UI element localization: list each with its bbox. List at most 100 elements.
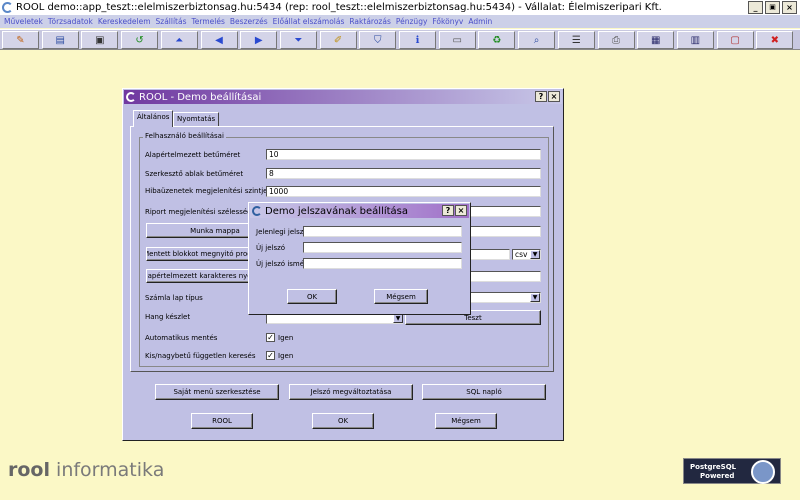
case-search-checkbox[interactable]: ✓ bbox=[266, 351, 275, 360]
rool-small-logo-icon bbox=[252, 206, 262, 216]
notepad-program-input[interactable] bbox=[470, 249, 510, 260]
password-close-button[interactable]: × bbox=[455, 205, 467, 216]
default-charset-input[interactable] bbox=[470, 271, 541, 282]
toolbar-button-table[interactable]: ▥ bbox=[676, 31, 714, 49]
new-password-input[interactable] bbox=[303, 242, 462, 253]
menu-item-8[interactable]: Pénzügy bbox=[396, 17, 428, 26]
toolbar-button-refresh-green[interactable]: ↺ bbox=[121, 31, 159, 49]
default-font-size-input[interactable]: 10 bbox=[266, 149, 541, 160]
postgresql-powered-badge: PostgreSQL Powered bbox=[683, 458, 781, 484]
password-dialog-controls: ? × bbox=[442, 205, 467, 216]
menu-item-5[interactable]: Beszerzés bbox=[230, 17, 268, 26]
menu-item-3[interactable]: Szállítás bbox=[156, 17, 187, 26]
rool-button[interactable]: ROOL bbox=[191, 413, 253, 429]
default-charset-button[interactable]: Alapértelmezett karakteres nyomt bbox=[146, 269, 256, 283]
settings-cancel-button[interactable]: Mégsem bbox=[435, 413, 497, 429]
new-password-label: Új jelszó bbox=[256, 244, 286, 252]
toolbar-button-open[interactable]: ▤ bbox=[41, 31, 79, 49]
search-icon: ⌕ bbox=[533, 34, 540, 46]
menu-item-7[interactable]: Raktározás bbox=[349, 17, 390, 26]
toolbar-button-calendar[interactable]: ▢ bbox=[716, 31, 754, 49]
menu-item-10[interactable]: Admin bbox=[468, 17, 492, 26]
change-password-button[interactable]: Jelszó megváltoztatása bbox=[289, 384, 413, 400]
sound-set-label: Hang készlet bbox=[145, 313, 191, 321]
refresh-green-icon: ↺ bbox=[135, 34, 144, 46]
open-icon: ▤ bbox=[55, 34, 65, 46]
menu-item-6[interactable]: Előállat elszámolás bbox=[273, 17, 345, 26]
menu-item-0[interactable]: Műveletek bbox=[4, 17, 43, 26]
toolbar-button-first-record[interactable]: ⏶ bbox=[160, 31, 198, 49]
settings-close-button[interactable]: × bbox=[548, 91, 560, 102]
confirm-password-label: Új jelszó ismét bbox=[256, 260, 307, 268]
autosave-checkbox[interactable]: ✓ bbox=[266, 333, 275, 342]
own-menu-editor-button[interactable]: Saját menü szerkesztése bbox=[155, 384, 279, 400]
previous-icon: ◀ bbox=[215, 34, 223, 46]
grid-icon: ▦ bbox=[650, 34, 661, 46]
menu-bar: Műveletek Törzsadatok Kereskedelem Szállítá… bbox=[0, 15, 800, 28]
restore-button[interactable]: ▣ bbox=[765, 1, 780, 14]
toolbar-button-exit[interactable]: ✖ bbox=[756, 31, 794, 49]
menu-item-9[interactable]: Főkönyv bbox=[432, 17, 463, 26]
current-password-label: Jelenlegi jelszó bbox=[256, 228, 308, 236]
export-format-dropdown-icon[interactable]: ▼ bbox=[530, 250, 540, 259]
toolbar-button-grid[interactable]: ▦ bbox=[637, 31, 675, 49]
sql-log-button[interactable]: SQL napló bbox=[422, 384, 546, 400]
toolbar-button-window[interactable]: ▭ bbox=[438, 31, 476, 49]
recycle-icon: ♻ bbox=[492, 34, 502, 46]
toolbar-button-previous[interactable]: ◀ bbox=[200, 31, 238, 49]
editor-font-size-input[interactable]: 8 bbox=[266, 168, 541, 179]
invoice-type-dropdown-icon[interactable]: ▼ bbox=[530, 293, 540, 302]
default-font-size-label: Alapértelmezett betűméret bbox=[145, 151, 241, 159]
toolbar-button-list[interactable]: ☰ bbox=[557, 31, 595, 49]
sound-set-dropdown-icon[interactable]: ▼ bbox=[393, 314, 403, 323]
toolbar-button-save[interactable]: ▣ bbox=[81, 31, 119, 49]
first-record-icon: ⏶ bbox=[175, 34, 184, 46]
badge-line1: PostgreSQL bbox=[690, 463, 737, 471]
tab-printing[interactable]: Nyomtatás bbox=[173, 112, 220, 126]
confirm-password-input[interactable] bbox=[303, 258, 462, 269]
autosave-value: Igen bbox=[278, 334, 294, 342]
error-level-input[interactable]: 1000 bbox=[266, 186, 541, 197]
toolbar-button-next[interactable]: ▶ bbox=[240, 31, 278, 49]
report-width-label: Riport megjelenítési szélessége bbox=[145, 208, 256, 216]
editor-font-size-label: Szerkesztő ablak betűméret bbox=[145, 170, 244, 178]
tab-general[interactable]: Általános bbox=[133, 110, 174, 127]
toolbar-button-recycle[interactable]: ♻ bbox=[478, 31, 516, 49]
badge-line2: Powered bbox=[700, 472, 735, 480]
rool-informatika-logo: rool informatika bbox=[8, 459, 164, 481]
toolbar-button-edit-pen[interactable]: ✐ bbox=[319, 31, 357, 49]
menu-item-1[interactable]: Törzsadatok bbox=[48, 17, 93, 26]
password-dialog-title: Demo jelszavának beállítása bbox=[265, 205, 409, 217]
toolbar-button-pencil-tool[interactable]: ✎ bbox=[2, 31, 39, 49]
toolbar-button-printer[interactable]: ⎙ bbox=[597, 31, 635, 49]
toolbar-button-search[interactable]: ⌕ bbox=[518, 31, 556, 49]
menu-item-4[interactable]: Termelés bbox=[192, 17, 225, 26]
help-button[interactable]: ? bbox=[535, 91, 547, 102]
user-settings-group-label: Felhasználó beállításai bbox=[143, 132, 226, 140]
minimize-button[interactable]: _ bbox=[748, 1, 763, 14]
table-icon: ▥ bbox=[690, 34, 701, 46]
menu-item-2[interactable]: Kereskedelem bbox=[98, 17, 151, 26]
settings-dialog-titlebar: ROOL - Demo beállításai ? × bbox=[124, 90, 562, 104]
pencil-tool-icon: ✎ bbox=[16, 34, 25, 46]
error-level-label: Hibaüzenetek megjelenítési szintje bbox=[145, 187, 268, 195]
invoice-type-label: Számla lap típus bbox=[145, 294, 203, 302]
password-dialog-titlebar: Demo jelszavának beállítása ? × bbox=[250, 204, 469, 218]
toolbar-button-info[interactable]: ℹ bbox=[399, 31, 436, 49]
shield-icon: ⛉ bbox=[374, 34, 382, 46]
toolbar-button-last-record[interactable]: ⏷ bbox=[279, 31, 317, 49]
password-cancel-button[interactable]: Mégsem bbox=[374, 289, 428, 304]
list-icon: ☰ bbox=[571, 34, 581, 46]
settings-ok-button[interactable]: OK bbox=[312, 413, 374, 429]
password-ok-button[interactable]: OK bbox=[287, 289, 337, 304]
toolbar-button-shield[interactable]: ⛉ bbox=[359, 31, 397, 49]
work-folder-input[interactable] bbox=[470, 226, 541, 237]
notepad-program-button[interactable]: Mentett blokkot megnyitó progra bbox=[146, 247, 256, 261]
password-help-button[interactable]: ? bbox=[442, 205, 454, 216]
close-button[interactable]: × bbox=[782, 1, 797, 14]
settings-dialog-controls: ? × bbox=[535, 91, 560, 102]
toolbar: ✎ ▤ ▣ ↺ ⏶ ◀ ▶ ⏷ ✐ ⛉ ℹ ▭ ♻ ⌕ ☰ ⎙ ▦ ▥ ▢ ✖ bbox=[0, 29, 800, 50]
rool-app-icon bbox=[2, 2, 13, 13]
next-icon: ▶ bbox=[254, 34, 263, 46]
current-password-input[interactable] bbox=[303, 226, 462, 237]
